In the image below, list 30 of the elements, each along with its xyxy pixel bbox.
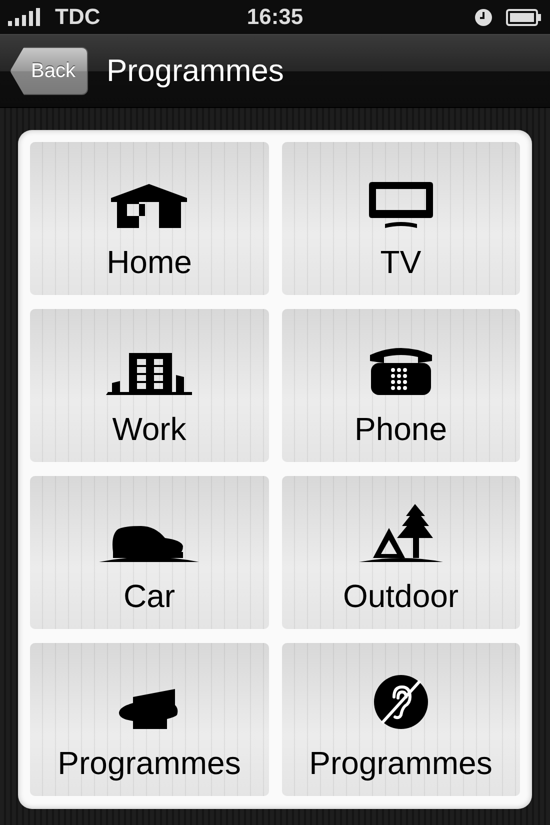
category-tile[interactable]: Work [30, 309, 268, 462]
tile-label: TV [380, 244, 422, 281]
alarm-clock-icon [475, 8, 492, 26]
tile-label: Car [123, 578, 176, 615]
category-tile[interactable]: Car [30, 476, 268, 629]
category-tile[interactable]: Home [30, 142, 268, 295]
tent-and-tree-icon [358, 504, 443, 562]
telephone-icon [370, 347, 432, 395]
tile-label: Home [106, 244, 192, 281]
hearing-loop-icon [374, 675, 428, 729]
clock-time: 16:35 [246, 4, 304, 29]
tile-label: Work [112, 411, 186, 448]
category-tile[interactable]: TV [282, 142, 520, 295]
car-icon [99, 526, 200, 562]
category-tile[interactable]: Outdoor [282, 476, 520, 629]
category-tile[interactable]: Phone [282, 309, 520, 462]
category-tile[interactable]: Programmes [282, 643, 520, 796]
tile-label: Programmes [309, 745, 492, 782]
tv-icon [368, 182, 433, 228]
carrier-name: TDC [55, 4, 100, 30]
house-icon [111, 184, 188, 228]
signal-icon [8, 8, 41, 26]
office-building-icon [106, 351, 192, 395]
screen-title: Programmes [106, 53, 284, 89]
tile-label: Programmes [58, 745, 241, 782]
tile-label: Outdoor [342, 578, 459, 615]
tile-label: Phone [354, 411, 448, 448]
category-tile[interactable]: Programmes [30, 643, 268, 796]
battery-icon [506, 8, 542, 26]
speaker-icon [119, 689, 180, 729]
